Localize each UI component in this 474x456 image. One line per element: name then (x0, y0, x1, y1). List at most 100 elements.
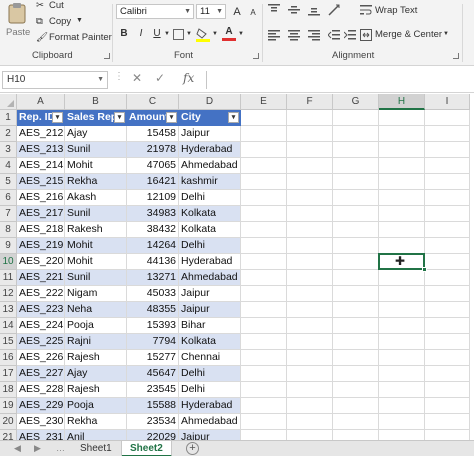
table-cell[interactable]: Rakesh (65, 222, 127, 238)
cell[interactable] (287, 302, 333, 318)
font-size-dropdown[interactable]: 11 ▼ (196, 4, 226, 19)
shrink-font-button[interactable]: A (246, 6, 260, 20)
cell[interactable] (425, 222, 470, 238)
table-cell[interactable]: AES_219 (17, 238, 65, 254)
cell[interactable] (379, 158, 425, 174)
align-middle-icon[interactable] (288, 4, 300, 16)
row-header[interactable]: 21 (0, 430, 17, 440)
orientation-icon[interactable] (328, 4, 342, 16)
cell[interactable] (333, 158, 379, 174)
table-cell[interactable]: Kolkata (179, 206, 241, 222)
table-cell[interactable]: Jaipur (179, 286, 241, 302)
cell[interactable] (333, 254, 379, 270)
table-cell[interactable]: Nigam (65, 286, 127, 302)
cell[interactable] (333, 350, 379, 366)
cut-button[interactable]: Cut (49, 0, 64, 11)
cell[interactable] (379, 142, 425, 158)
cell[interactable] (287, 142, 333, 158)
fill-color-icon[interactable] (196, 27, 210, 42)
table-cell[interactable]: Rekha (65, 414, 127, 430)
copy-dropdown-icon[interactable]: ▼ (76, 17, 83, 24)
table-cell[interactable]: AES_221 (17, 270, 65, 286)
table-cell[interactable]: 13271 (127, 270, 179, 286)
cell[interactable] (425, 126, 470, 142)
cell[interactable] (241, 238, 287, 254)
cell[interactable] (379, 334, 425, 350)
format-painter-icon[interactable]: 🖌 (36, 32, 48, 43)
cell[interactable] (287, 222, 333, 238)
cell[interactable] (379, 174, 425, 190)
cell[interactable] (425, 174, 470, 190)
table-header-cell[interactable]: Sales Rep. ▾ (65, 110, 127, 126)
cell[interactable] (287, 414, 333, 430)
table-cell[interactable]: Sunil (65, 206, 127, 222)
table-cell[interactable]: 48355 (127, 302, 179, 318)
table-cell[interactable]: AES_222 (17, 286, 65, 302)
row-header[interactable]: 12 (0, 286, 17, 302)
name-box[interactable]: H10 ▼ (2, 71, 108, 89)
table-cell[interactable]: Mohit (65, 158, 127, 174)
merge-center-icon[interactable] (360, 29, 372, 41)
column-header[interactable]: I (425, 94, 470, 110)
row-header[interactable]: 15 (0, 334, 17, 350)
table-cell[interactable]: Rajesh (65, 382, 127, 398)
table-cell[interactable]: 23545 (127, 382, 179, 398)
cell[interactable] (287, 206, 333, 222)
cell[interactable] (379, 286, 425, 302)
cell[interactable] (425, 366, 470, 382)
table-cell[interactable]: Anil (65, 430, 127, 440)
cell[interactable] (425, 302, 470, 318)
cell[interactable] (287, 350, 333, 366)
font-name-dropdown[interactable]: Calibri ▼ (116, 4, 194, 19)
cell[interactable] (241, 270, 287, 286)
increase-indent-icon[interactable] (343, 29, 356, 41)
table-cell[interactable]: 7794 (127, 334, 179, 350)
row-header[interactable]: 18 (0, 382, 17, 398)
cell[interactable] (287, 174, 333, 190)
table-cell[interactable]: AES_224 (17, 318, 65, 334)
cell[interactable] (241, 382, 287, 398)
row-header[interactable]: 13 (0, 302, 17, 318)
cell[interactable] (379, 350, 425, 366)
cell[interactable] (379, 398, 425, 414)
cell[interactable] (333, 238, 379, 254)
cell[interactable] (287, 334, 333, 350)
paste-icon[interactable] (6, 2, 28, 24)
cell[interactable] (425, 270, 470, 286)
cell[interactable] (425, 350, 470, 366)
table-cell[interactable]: AES_214 (17, 158, 65, 174)
filter-dropdown-icon[interactable]: ▾ (228, 112, 239, 123)
underline-button[interactable]: U (150, 27, 164, 41)
table-cell[interactable]: Sunil (65, 270, 127, 286)
table-cell[interactable]: Ahmedabad (179, 414, 241, 430)
cell[interactable] (425, 110, 470, 126)
cell[interactable] (241, 318, 287, 334)
insert-function-button[interactable]: fx (183, 71, 194, 85)
table-header-cell[interactable]: City ▾ (179, 110, 241, 126)
cell[interactable] (379, 206, 425, 222)
cell[interactable] (333, 286, 379, 302)
cell[interactable] (241, 110, 287, 126)
table-cell[interactable]: AES_212 (17, 126, 65, 142)
cell[interactable] (241, 142, 287, 158)
table-cell[interactable]: 15458 (127, 126, 179, 142)
cell[interactable] (379, 110, 425, 126)
row-header[interactable]: 14 (0, 318, 17, 334)
table-cell[interactable]: Delhi (179, 238, 241, 254)
column-header[interactable]: G (333, 94, 379, 110)
row-header[interactable]: 19 (0, 398, 17, 414)
cell[interactable] (425, 206, 470, 222)
table-cell[interactable]: Mohit (65, 238, 127, 254)
font-color-dropdown-icon[interactable]: ▼ (238, 31, 244, 37)
table-cell[interactable]: AES_213 (17, 142, 65, 158)
table-cell[interactable]: AES_231 (17, 430, 65, 440)
table-cell[interactable]: Rajni (65, 334, 127, 350)
formula-input[interactable] (206, 71, 474, 89)
cell[interactable] (287, 430, 333, 440)
table-cell[interactable]: 22029 (127, 430, 179, 440)
cell[interactable] (333, 430, 379, 440)
cell[interactable] (333, 318, 379, 334)
cell[interactable] (287, 382, 333, 398)
cell[interactable] (287, 126, 333, 142)
row-header[interactable]: 4 (0, 158, 17, 174)
